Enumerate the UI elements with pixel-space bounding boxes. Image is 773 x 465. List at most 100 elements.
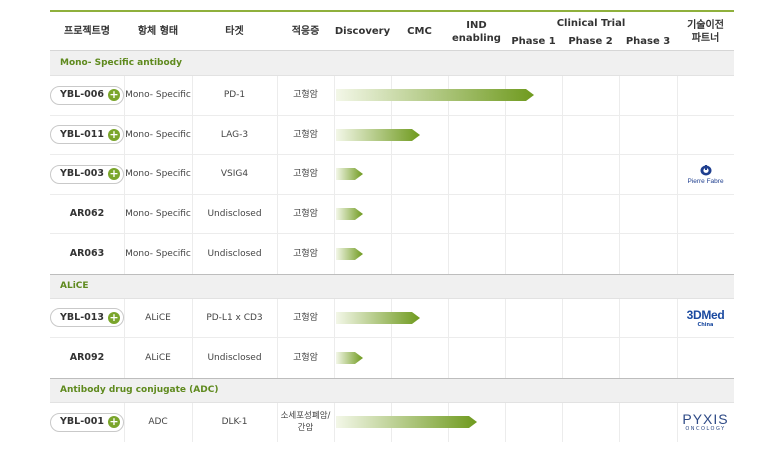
section-header-alice: ALiCE	[50, 273, 734, 299]
column-divider	[619, 234, 620, 274]
partner-logo-3dmed: 3DMed China	[677, 307, 734, 331]
table-row: YBL-006 + Mono- Specific PD-1 고형암	[50, 76, 734, 116]
column-divider	[677, 76, 678, 115]
column-divider	[562, 155, 563, 194]
format-cell: Mono- Specific	[125, 129, 191, 140]
column-divider	[562, 115, 563, 154]
project-code: AR063	[69, 247, 105, 259]
project-code: YBL-013	[60, 311, 104, 323]
progress-bar	[336, 351, 363, 364]
progress-bar	[336, 89, 534, 102]
partner-logo-pyxis: PYXIS ONCOLOGY	[677, 410, 734, 436]
pipeline-table: 프로젝트명 항체 형태 타겟 적응증 Discovery CMC IND ena…	[50, 10, 734, 442]
table-row: YBL-003 + Mono- Specific VSIG4 고형암 Pierr…	[50, 155, 734, 195]
project-pill-ybl-001[interactable]: YBL-001 +	[50, 412, 124, 432]
target-cell: LAG-3	[220, 129, 249, 140]
table-row: AR092 ALiCE Undisclosed 고형암	[50, 338, 734, 378]
column-divider	[562, 194, 563, 233]
threedmed-text: 3DMed	[686, 308, 725, 322]
table-row: AR062 Mono- Specific Undisclosed 고형암	[50, 194, 734, 234]
column-divider	[391, 234, 392, 274]
column-divider	[619, 76, 620, 115]
column-divider	[391, 194, 392, 233]
header-phase2: Phase 2	[568, 35, 613, 47]
column-divider	[448, 115, 449, 154]
column-divider	[334, 234, 335, 274]
indication-cell: 고형암	[293, 312, 318, 323]
pyxis-sub-text: ONCOLOGY	[685, 426, 726, 432]
project-code: YBL-011	[60, 128, 104, 140]
column-divider	[505, 402, 506, 442]
project-pill-ybl-006[interactable]: YBL-006 +	[50, 85, 124, 105]
header-clinical-trial: Clinical Trial	[556, 17, 626, 29]
column-divider	[334, 338, 335, 378]
header-partner-line2: 파트너	[691, 32, 720, 44]
header-partner: 기술이전 파트너	[677, 12, 734, 51]
format-cell: Mono- Specific	[125, 90, 191, 101]
column-divider	[562, 76, 563, 115]
header-ind-line2: enabling	[452, 32, 501, 44]
project-pill-ybl-013[interactable]: YBL-013 +	[50, 308, 124, 328]
partner-logo-pierre-fabre: Pierre Fabre	[677, 161, 734, 189]
column-divider	[334, 155, 335, 194]
project-pill-ybl-003[interactable]: YBL-003 +	[50, 164, 124, 184]
plus-icon: +	[107, 167, 120, 181]
header-ind-enabling: IND enabling	[448, 12, 505, 51]
table-row: YBL-001 + ADC DLK-1 소세포성폐암/ 간암 PYXIS ONC…	[50, 402, 734, 442]
column-divider	[619, 155, 620, 194]
target-cell: VSIG4	[220, 169, 249, 180]
column-divider	[619, 115, 620, 154]
target-cell: PD-L1 x CD3	[206, 312, 263, 323]
column-divider	[619, 338, 620, 378]
column-divider	[448, 155, 449, 194]
column-divider	[619, 194, 620, 233]
indication-cell: 고형암	[293, 352, 318, 363]
format-cell: Mono- Specific	[125, 208, 191, 219]
plus-icon: +	[107, 415, 120, 429]
header-discovery: Discovery	[334, 26, 391, 37]
progress-bar	[336, 416, 477, 429]
column-divider	[562, 298, 563, 337]
table-row: AR063 Mono- Specific Undisclosed 고형암	[50, 234, 734, 274]
format-cell: Mono- Specific	[125, 169, 191, 180]
format-cell: ADC	[148, 417, 168, 428]
project-code: YBL-001	[60, 416, 104, 428]
indication-cell: 고형암	[293, 208, 318, 219]
pierre-fabre-emblem-icon	[700, 165, 711, 176]
indication-cell: 고형암	[293, 248, 318, 259]
target-cell: Undisclosed	[207, 248, 262, 259]
header-cmc: CMC	[407, 26, 432, 37]
table-header: 프로젝트명 항체 형태 타겟 적응증 Discovery CMC IND ena…	[50, 12, 734, 51]
target-cell: Undisclosed	[207, 208, 262, 219]
target-cell: PD-1	[223, 90, 246, 101]
column-divider	[619, 402, 620, 442]
format-cell: Mono- Specific	[125, 248, 191, 259]
column-divider	[334, 115, 335, 154]
column-divider	[562, 402, 563, 442]
column-divider	[505, 155, 506, 194]
column-divider	[334, 402, 335, 442]
progress-bar	[336, 128, 420, 141]
column-divider	[505, 298, 506, 337]
header-phase1: Phase 1	[511, 35, 556, 47]
pierre-fabre-text: Pierre Fabre	[687, 178, 724, 185]
column-divider	[334, 194, 335, 233]
column-divider	[334, 76, 335, 115]
project-code: AR092	[69, 351, 105, 363]
column-divider	[677, 194, 678, 233]
column-divider	[505, 338, 506, 378]
plus-icon: +	[107, 88, 120, 102]
indication-cell: 고형암	[293, 90, 318, 101]
threedmed-sub-text: China	[697, 322, 714, 328]
column-divider	[505, 115, 506, 154]
target-cell: DLK-1	[221, 417, 248, 428]
format-cell: ALiCE	[145, 352, 171, 363]
column-divider	[391, 338, 392, 378]
progress-bar	[336, 207, 363, 220]
column-divider	[505, 194, 506, 233]
project-pill-ybl-011[interactable]: YBL-011 +	[50, 125, 124, 145]
progress-bar	[336, 247, 363, 260]
column-divider	[562, 338, 563, 378]
indication-cell: 고형암	[293, 169, 318, 180]
project-code: AR062	[69, 207, 105, 219]
